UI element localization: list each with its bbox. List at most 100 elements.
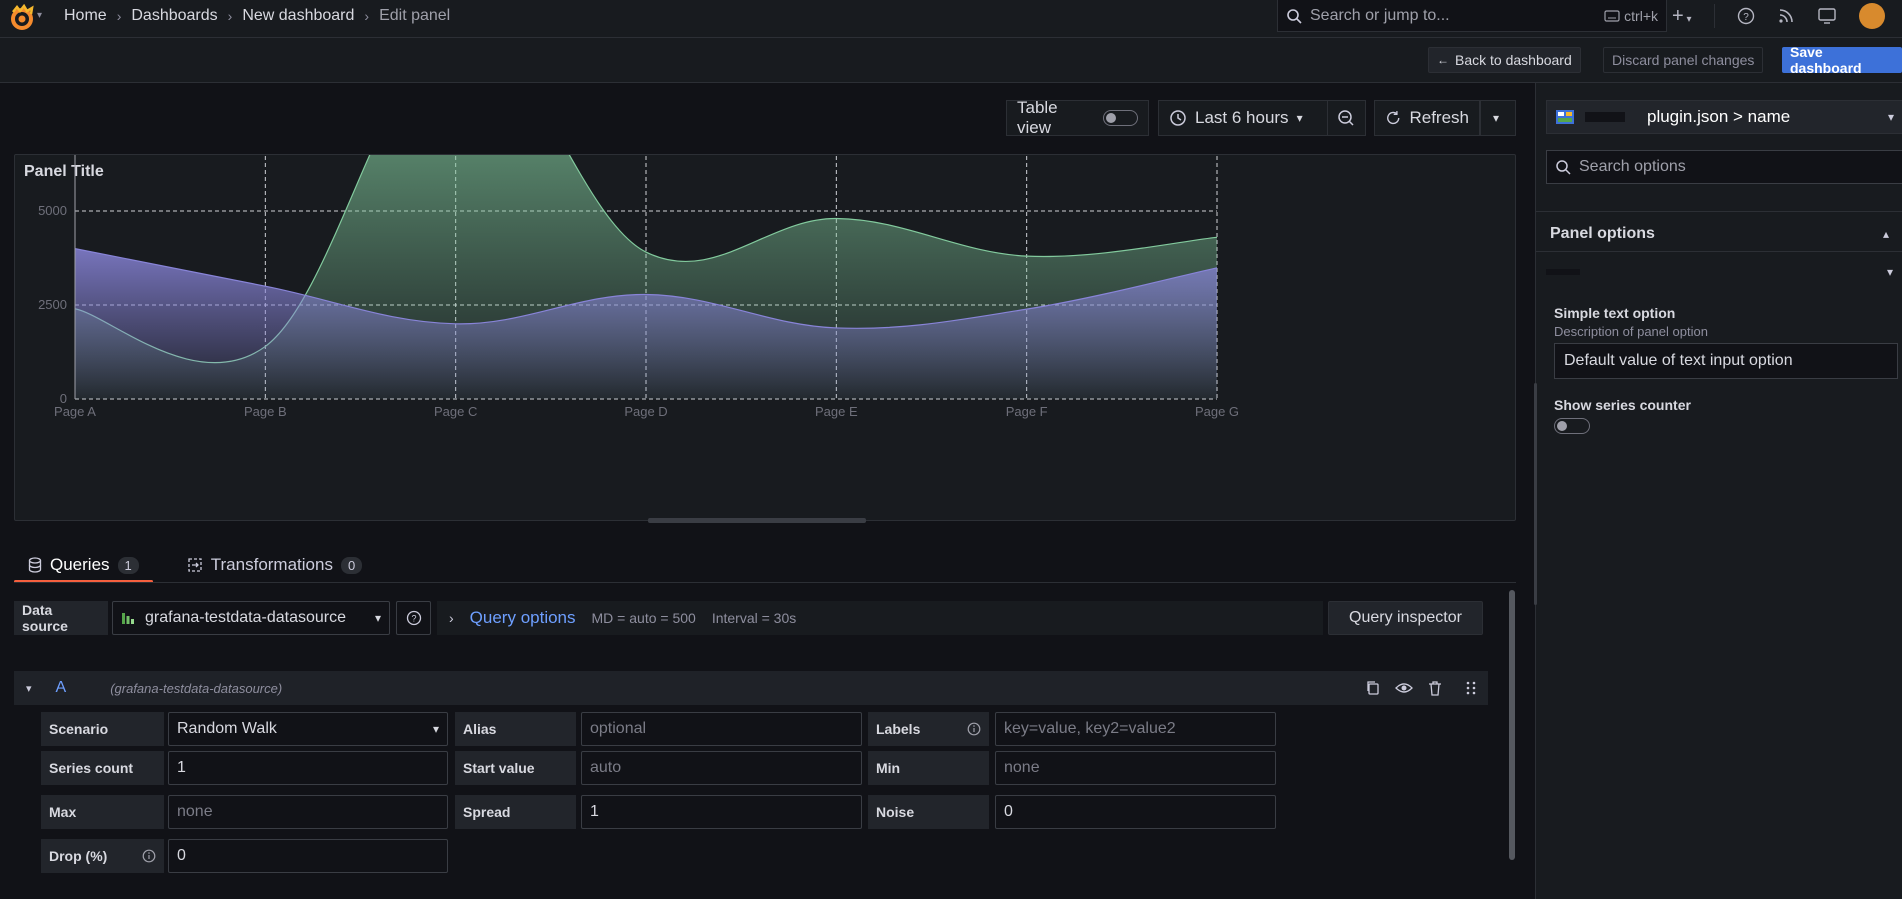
- plugin-icon: [1556, 110, 1574, 124]
- alias-input[interactable]: optional: [581, 712, 862, 746]
- spread-input[interactable]: 1: [581, 795, 862, 829]
- time-range-label: Last 6 hours: [1195, 108, 1289, 127]
- avatar[interactable]: [1858, 3, 1885, 29]
- max-label: Max: [41, 795, 164, 829]
- pane-resize-handle[interactable]: [1534, 383, 1537, 605]
- noise-input[interactable]: 0: [995, 795, 1276, 829]
- start-value-input[interactable]: auto: [581, 751, 862, 785]
- drop-label-text: Drop (%): [49, 848, 108, 864]
- x-tick-label: Page F: [1006, 404, 1048, 419]
- table-view-label: Table view: [1017, 98, 1058, 137]
- refresh-interval-dropdown[interactable]: ▾: [1480, 100, 1516, 136]
- panel-preview[interactable]: Panel Title 025005000750010000Page APage…: [14, 154, 1516, 521]
- testdata-icon: [122, 613, 134, 624]
- drop-input[interactable]: 0: [168, 839, 448, 873]
- refresh-label: Refresh: [1409, 108, 1469, 127]
- chevron-down-icon: ▾: [1886, 265, 1893, 279]
- info-icon[interactable]: [967, 722, 981, 736]
- y-tick-label: 5000: [38, 203, 67, 218]
- datasource-name: grafana-testdata-datasource: [145, 609, 347, 626]
- top-navbar: ▾ Home › Dashboards › New dashboard › Ed…: [0, 0, 1902, 38]
- tab-transformations[interactable]: Transformations 0: [173, 548, 376, 582]
- copy-icon[interactable]: [1365, 680, 1381, 696]
- breadcrumb-home[interactable]: Home: [64, 7, 107, 25]
- grafana-logo-icon[interactable]: [8, 4, 36, 32]
- redacted-name: [1585, 112, 1625, 122]
- breadcrumb-edit-panel: Edit panel: [379, 7, 451, 24]
- save-dashboard-button[interactable]: Save dashboard: [1782, 44, 1902, 76]
- tabs-divider: [14, 582, 1516, 583]
- scenario-select[interactable]: Random Walk ▾: [168, 712, 448, 746]
- tab-transformations-label: Transformations: [210, 555, 333, 574]
- chevron-right-icon: ›: [449, 610, 454, 626]
- back-to-dashboard-button[interactable]: ← Back to dashboard: [1428, 47, 1581, 73]
- y-tick-label: 2500: [38, 297, 67, 312]
- start-value-label: Start value: [455, 751, 576, 785]
- tab-queries[interactable]: Queries 1: [14, 548, 153, 583]
- max-input[interactable]: none: [168, 795, 448, 829]
- chevron-down-icon: ▾: [1887, 110, 1894, 124]
- labels-label: Labels: [868, 712, 989, 746]
- chevron-down-icon: ▾: [1296, 111, 1303, 125]
- discard-changes-button[interactable]: Discard panel changes: [1603, 47, 1764, 73]
- clock-icon: [1170, 110, 1186, 126]
- help-icon[interactable]: ?: [1737, 7, 1755, 25]
- chevron-right-icon: ›: [364, 8, 370, 24]
- zoom-out-button[interactable]: [1327, 100, 1366, 136]
- transformations-count-badge: 0: [340, 556, 363, 574]
- discard-label: Discard panel changes: [1612, 52, 1755, 68]
- min-label: Min: [868, 751, 989, 785]
- chevron-down-icon[interactable]: ▾: [26, 682, 32, 695]
- show-counter-switch[interactable]: [1554, 418, 1590, 434]
- transform-icon: [188, 558, 202, 572]
- panel-resize-handle[interactable]: [648, 518, 866, 523]
- eye-icon[interactable]: [1395, 680, 1413, 696]
- drag-handle-icon[interactable]: [1465, 680, 1477, 696]
- save-label: Save dashboard: [1790, 44, 1862, 76]
- panel-options-title: Panel options: [1550, 225, 1655, 242]
- info-icon[interactable]: [142, 849, 156, 863]
- table-view-switch[interactable]: [1102, 110, 1138, 126]
- rss-icon[interactable]: [1777, 7, 1795, 25]
- monitor-icon[interactable]: [1817, 7, 1837, 25]
- alias-label: Alias: [455, 712, 576, 746]
- datasource-label: Data source: [14, 601, 108, 635]
- trash-icon[interactable]: [1427, 680, 1443, 696]
- query-refid[interactable]: A: [56, 679, 67, 697]
- top-actions: + ▾ ?: [1672, 0, 1885, 32]
- visualization-picker[interactable]: plugin.json > name ▾: [1546, 100, 1902, 134]
- query-row-header[interactable]: ▾ A (grafana-testdata-datasource): [14, 671, 1488, 705]
- datasource-help-button[interactable]: ?: [396, 601, 431, 635]
- options-category-header[interactable]: ▾: [1536, 252, 1902, 292]
- panel-options-header[interactable]: Panel options ▴: [1536, 212, 1902, 256]
- query-inspector-label: Query inspector: [1349, 609, 1462, 626]
- plus-icon[interactable]: + ▾: [1672, 5, 1692, 28]
- query-options-bar[interactable]: › Query options MD = auto = 500 Interval…: [437, 601, 1323, 635]
- max-data-points: MD = auto = 500: [591, 610, 696, 626]
- tab-queries-label: Queries: [50, 555, 110, 574]
- options-search-input[interactable]: Search options: [1546, 150, 1902, 184]
- search-input[interactable]: Search or jump to... ctrl+k: [1277, 0, 1667, 32]
- back-label: Back to dashboard: [1455, 52, 1572, 68]
- table-view-toggle[interactable]: Table view: [1006, 98, 1149, 137]
- x-tick-label: Page E: [815, 404, 858, 419]
- min-input[interactable]: none: [995, 751, 1276, 785]
- breadcrumb-new-dashboard[interactable]: New dashboard: [242, 7, 354, 25]
- series-count-input[interactable]: 1: [168, 751, 448, 785]
- scenario-label: Scenario: [41, 712, 164, 746]
- editor-scrollbar[interactable]: [1509, 590, 1515, 860]
- noise-label: Noise: [868, 795, 989, 829]
- simple-text-input[interactable]: Default value of text input option: [1554, 343, 1898, 379]
- breadcrumb-dashboards[interactable]: Dashboards: [131, 7, 217, 25]
- query-options-link[interactable]: Query options: [470, 608, 576, 628]
- datasource-picker[interactable]: grafana-testdata-datasource ▾: [112, 601, 390, 635]
- arrow-left-icon: ←: [1437, 53, 1449, 67]
- chevron-down-icon[interactable]: ▾: [37, 10, 42, 21]
- keyboard-icon: [1604, 9, 1620, 22]
- query-inspector-button[interactable]: Query inspector: [1328, 601, 1483, 635]
- drop-label: Drop (%): [41, 839, 164, 873]
- editor-tabs: Queries 1 Transformations 0: [14, 548, 376, 583]
- chevron-right-icon: ›: [116, 8, 122, 24]
- refresh-button[interactable]: Refresh: [1374, 100, 1480, 136]
- labels-input[interactable]: key=value, key2=value2: [995, 712, 1276, 746]
